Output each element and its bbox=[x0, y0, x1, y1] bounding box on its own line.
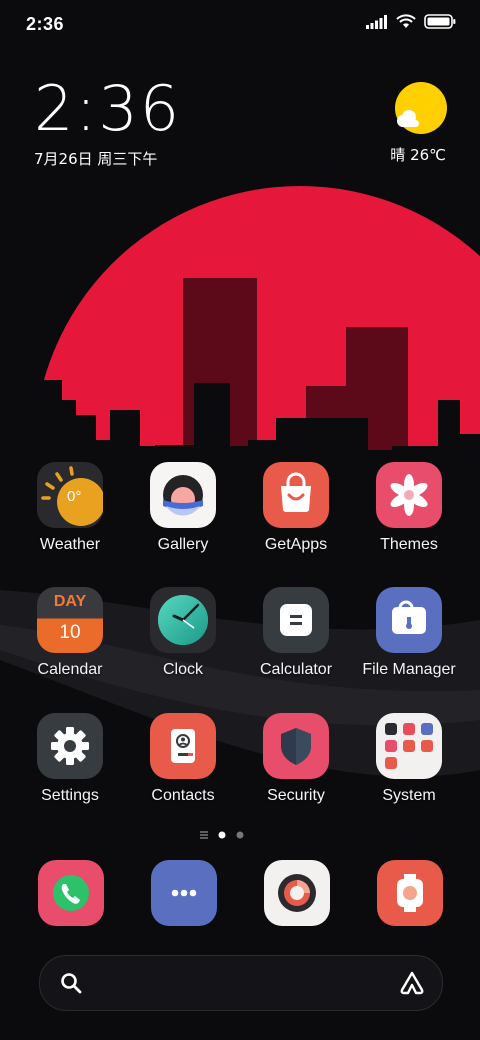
page-dot bbox=[236, 831, 244, 839]
dock-messages[interactable] bbox=[151, 860, 217, 926]
clock-widget[interactable]: 2:36 7月26日 周三下午 bbox=[34, 78, 181, 169]
search-bar[interactable] bbox=[39, 955, 443, 1011]
app-gallery[interactable]: Gallery bbox=[128, 462, 238, 554]
app-security[interactable]: Security bbox=[241, 713, 351, 805]
screen-recorder-icon bbox=[397, 874, 423, 912]
calendar-day-text: DAY bbox=[53, 593, 87, 610]
gallery-icon bbox=[150, 462, 216, 528]
app-system-folder[interactable]: System bbox=[354, 713, 464, 805]
themes-icon bbox=[376, 462, 442, 528]
wifi-icon bbox=[396, 14, 416, 28]
app-label: Weather bbox=[39, 536, 101, 553]
widget-time: 2:36 bbox=[34, 72, 182, 145]
messages-icon bbox=[171, 889, 197, 897]
app-label: Settings bbox=[41, 787, 99, 804]
weather-text: 晴 26℃ bbox=[390, 146, 446, 164]
weather-app-badge: 0° bbox=[67, 488, 81, 505]
phone-icon bbox=[53, 875, 89, 911]
contacts-icon bbox=[150, 713, 216, 779]
app-settings[interactable]: Settings bbox=[15, 713, 125, 805]
calculator-icon bbox=[263, 587, 329, 653]
page-dot-active bbox=[218, 831, 226, 839]
status-icons bbox=[366, 14, 456, 29]
clock-icon bbox=[150, 587, 216, 653]
calendar-icon: DAY 10 bbox=[37, 587, 103, 653]
widget-date: 7月26日 周三下午 bbox=[34, 150, 158, 168]
page-indicator[interactable] bbox=[0, 827, 480, 843]
assistant-icon[interactable] bbox=[398, 970, 426, 996]
feed-indicator-icon bbox=[200, 831, 208, 839]
status-bar: 2:36 bbox=[0, 0, 480, 50]
sunny-cloud-icon bbox=[395, 82, 447, 134]
signal-icon bbox=[366, 14, 387, 29]
dock-phone[interactable] bbox=[38, 860, 104, 926]
app-label: GetApps bbox=[264, 536, 328, 553]
app-label: Contacts bbox=[151, 787, 215, 804]
app-label: Calculator bbox=[259, 661, 333, 678]
calendar-date-number: 10 bbox=[59, 622, 81, 643]
app-clock[interactable]: Clock bbox=[128, 587, 238, 679]
app-label: Calendar bbox=[37, 661, 103, 678]
app-calendar[interactable]: DAY 10 Calendar bbox=[15, 587, 125, 679]
camera-icon bbox=[278, 874, 316, 912]
weather-icon: 0° bbox=[37, 462, 103, 528]
app-label: System bbox=[382, 787, 436, 804]
folder-icon bbox=[376, 713, 442, 779]
app-weather[interactable]: 0° Weather bbox=[15, 462, 125, 554]
dock-screen-recorder[interactable] bbox=[377, 860, 443, 926]
app-label: Clock bbox=[162, 661, 203, 678]
search-icon bbox=[61, 973, 82, 994]
app-label: Security bbox=[267, 787, 325, 804]
getapps-icon bbox=[263, 462, 329, 528]
app-file-manager[interactable]: File Manager bbox=[354, 587, 464, 679]
app-label: Themes bbox=[380, 536, 438, 553]
app-calculator[interactable]: Calculator bbox=[241, 587, 351, 679]
app-label: File Manager bbox=[362, 661, 456, 678]
app-getapps[interactable]: GetApps bbox=[241, 462, 351, 554]
app-themes[interactable]: Themes bbox=[354, 462, 464, 554]
dock-camera[interactable] bbox=[264, 860, 330, 926]
status-time: 2:36 bbox=[26, 14, 65, 34]
gear-icon bbox=[37, 713, 103, 779]
app-contacts[interactable]: Contacts bbox=[128, 713, 238, 805]
shield-icon bbox=[263, 713, 329, 779]
app-label: Gallery bbox=[157, 536, 209, 553]
file-manager-icon bbox=[376, 587, 442, 653]
battery-icon bbox=[424, 14, 456, 29]
